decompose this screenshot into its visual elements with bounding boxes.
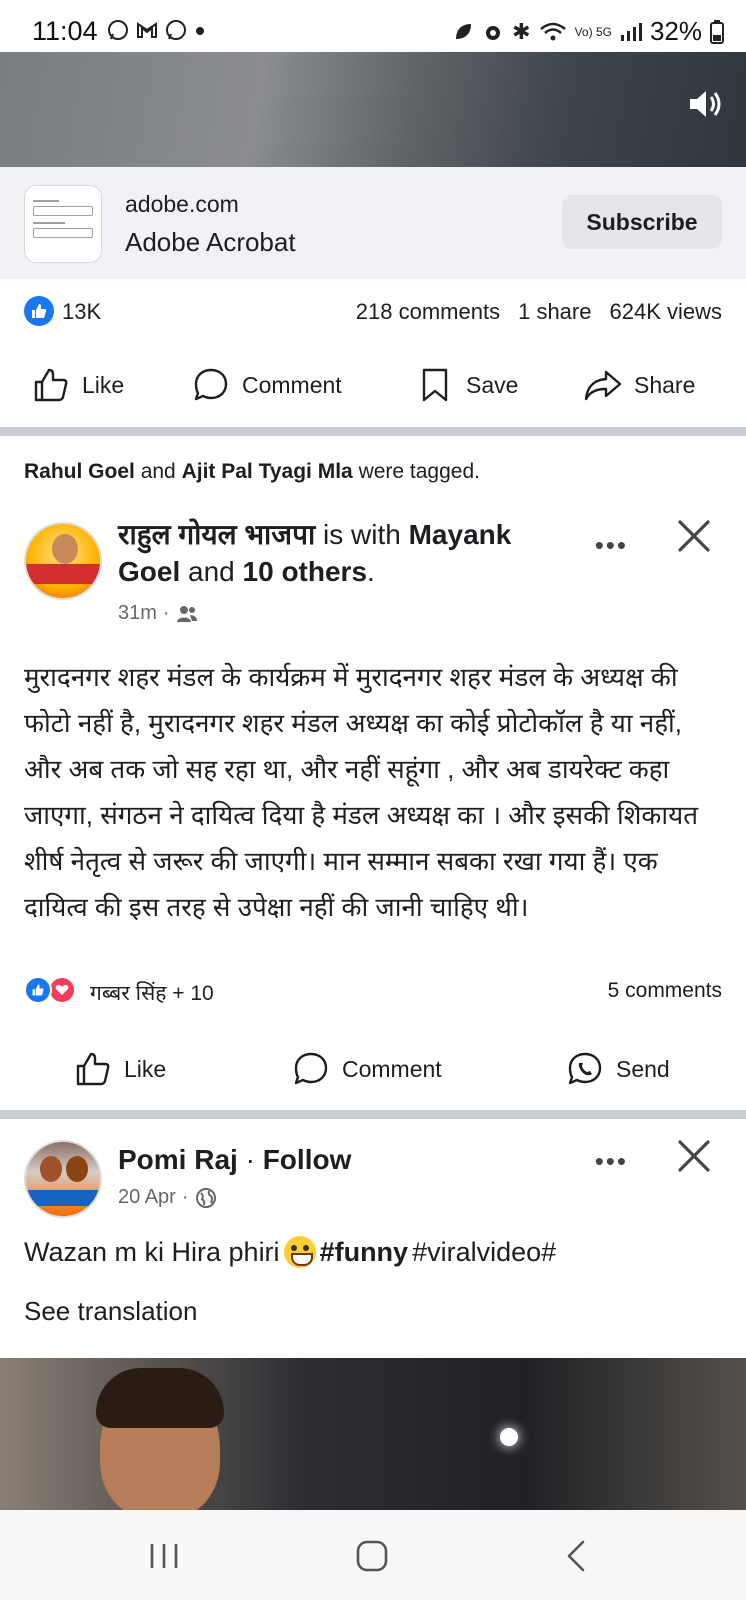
post-time[interactable]: 31m [118,602,157,625]
back-icon[interactable] [556,1534,600,1578]
post-date[interactable]: 20 Apr [118,1186,176,1209]
love-reaction-icon [48,976,76,1004]
comment-label: Comment [342,1055,442,1082]
status-time: 11:04 [32,16,98,46]
network-type: Vo) 5G [574,24,612,39]
tagged-others[interactable]: 10 others [243,556,368,587]
post-text: मुरादनगर शहर मंडल के कार्यक्रम में मुराद… [24,662,699,922]
like-button[interactable]: Like [32,346,124,424]
post-actions: Like Comment Save Share [0,346,746,424]
dot-icon [196,27,204,35]
friends-icon [176,605,197,622]
messenger-icon [568,1052,602,1085]
wifi-icon [539,22,566,40]
bookmark-icon [422,368,448,402]
whatsapp-icon [166,20,186,40]
share-label: Share [634,371,696,398]
system-icons: ✱ Vo) 5G 32% [452,16,724,47]
ad-name: Adobe Acrobat [125,227,296,257]
alarm-icon [486,25,501,40]
hashtag-link[interactable]: #funny [320,1237,409,1268]
see-translation-link[interactable]: See translation [24,1296,197,1327]
bluetooth-icon: ✱ [512,18,531,44]
comment-label: Comment [242,371,342,398]
tagged-person[interactable]: Rahul Goel [24,460,135,483]
likes-count[interactable]: 13K [62,299,101,325]
avatar[interactable] [24,1140,102,1218]
like-reaction-icon [24,296,54,326]
comments-count[interactable]: 218 comments [356,299,500,325]
post-author-line: राहुल गोयल भाजपा is with Mayank Goel and… [118,519,512,588]
volume-icon[interactable] [684,84,724,124]
speech-bubble-icon [194,368,228,401]
follow-button[interactable]: Follow [263,1144,352,1175]
like-reaction-icon [24,976,52,1004]
avatar[interactable] [24,522,102,600]
post-author[interactable]: राहुल गोयल भाजपा [118,519,315,550]
notification-icons [106,18,207,42]
battery-percent: 32% [649,16,702,46]
speech-bubble-icon [294,1052,328,1085]
like-label: Like [124,1055,167,1082]
post-author-line: Pomi Raj · Follow [118,1144,352,1175]
shares-count[interactable]: 1 share [518,299,591,325]
comment-button[interactable]: Comment [292,1030,442,1108]
close-icon[interactable] [676,518,712,554]
recent-apps-icon[interactable] [142,1534,186,1578]
more-options-icon[interactable]: ••• [595,530,628,561]
reactions-summary[interactable]: गब्बर सिंह + 10 [90,979,214,1007]
subscribe-button[interactable]: Subscribe [562,195,722,249]
send-button[interactable]: Send [566,1030,670,1108]
comment-button[interactable]: Comment [192,346,342,424]
save-label: Save [466,371,519,398]
home-icon[interactable] [350,1534,394,1578]
feed-divider [0,427,746,436]
leaf-icon [456,23,472,39]
status-bar: 11:04 ✱ Vo) 5G 32% [0,0,746,52]
send-label: Send [616,1055,670,1082]
save-button[interactable]: Save [416,346,518,424]
tagged-notice: Rahul Goel and Ajit Pal Tyagi Mla were t… [24,460,480,483]
views-count: 624K views [609,299,722,324]
laughing-emoji-icon [283,1236,316,1268]
engagement-stats: 13K 218 comments 1 share 624K views [0,279,746,343]
post-meta: 31m · [118,602,198,625]
post-meta: 20 Apr · [118,1186,217,1209]
signal-icon [620,22,642,41]
gmail-icon [137,22,157,38]
post-author[interactable]: Pomi Raj [118,1144,238,1175]
post-text: Wazan m ki Hira phiri #funny #viralvideo# [24,1236,557,1268]
feed-divider [0,1110,746,1119]
battery-icon [710,19,724,44]
hashtag-link[interactable]: #viralvideo# [412,1237,556,1268]
close-icon[interactable] [676,1138,712,1174]
adobe-acrobat-thumbnail [24,185,102,263]
reactions-row[interactable]: गब्बर सिंह + 10 5 comments [0,970,746,1010]
globe-icon [195,1187,216,1208]
whatsapp-icon [108,20,128,40]
like-button[interactable]: Like [74,1030,166,1108]
share-button[interactable]: Share [584,346,695,424]
system-navigation-bar [0,1510,746,1600]
ad-domain: adobe.com [125,191,239,217]
more-options-icon[interactable]: ••• [595,1146,628,1177]
comments-count[interactable]: 5 comments [608,979,722,1003]
thumbs-up-icon [76,1052,110,1086]
post-actions: Like Comment Send [0,1030,746,1108]
video-player[interactable] [0,1358,746,1510]
tagged-person[interactable]: Ajit Pal Tyagi Mla [182,460,353,483]
thumbs-up-icon [34,368,68,402]
like-label: Like [82,371,125,398]
video-player[interactable] [0,52,746,167]
share-arrow-icon [584,370,622,401]
ad-banner[interactable]: adobe.com Adobe Acrobat Subscribe [0,167,746,279]
